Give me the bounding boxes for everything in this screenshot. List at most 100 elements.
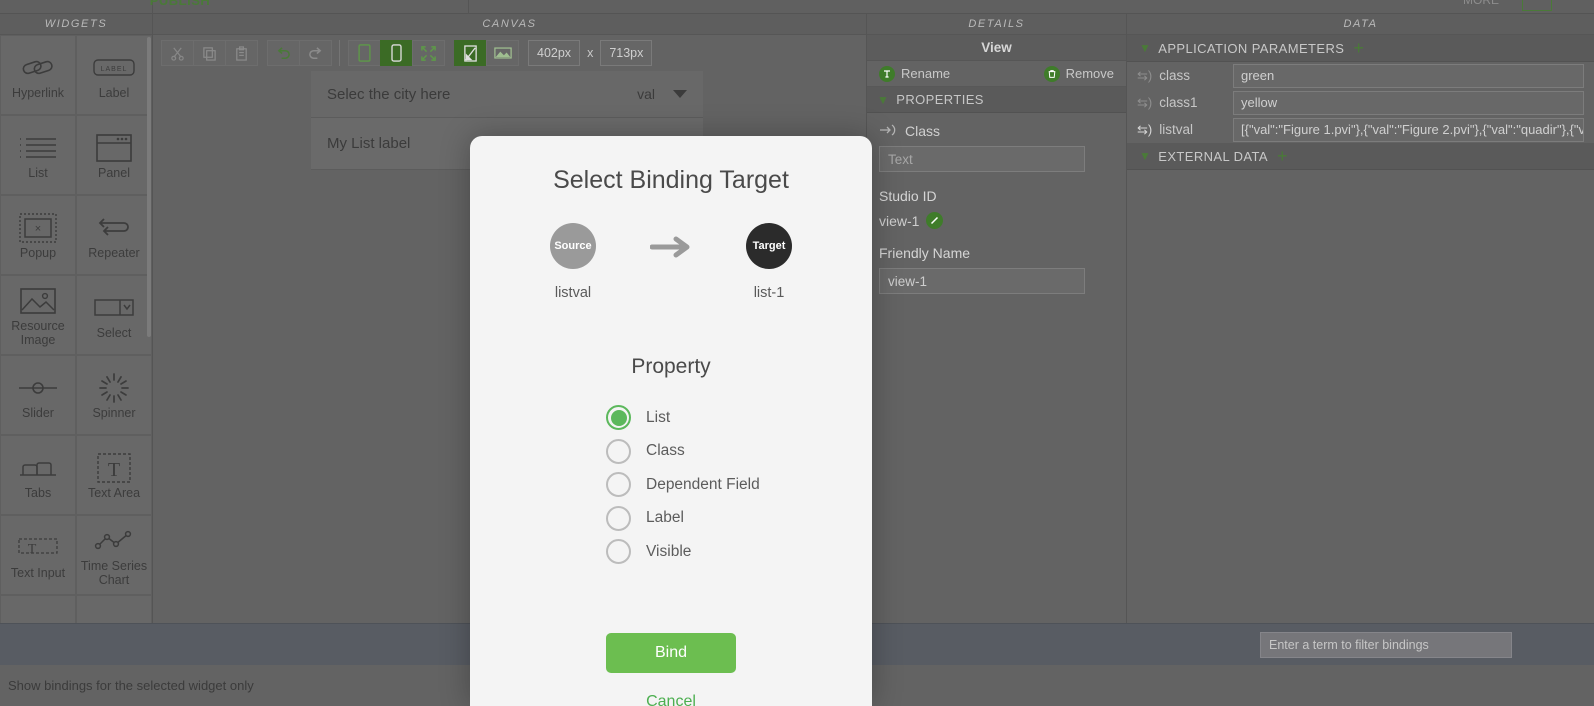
radio-option-visible[interactable]: Visible bbox=[606, 535, 872, 569]
undo-button[interactable] bbox=[267, 40, 300, 66]
canvas-width-input[interactable]: 402px bbox=[528, 40, 581, 66]
paste-button[interactable] bbox=[225, 40, 258, 66]
widget-text-area[interactable]: T Text Area bbox=[77, 436, 151, 514]
radio-label: Dependent Field bbox=[646, 475, 760, 493]
preview-select-widget[interactable]: Selec the city here val bbox=[311, 71, 703, 118]
widget-hyperlink[interactable]: Hyperlink bbox=[1, 36, 75, 114]
radio-indicator[interactable] bbox=[606, 438, 631, 464]
parameter-value-input[interactable]: [{"val":"Figure 1.pvi"},{"val":"Figure 2… bbox=[1233, 117, 1584, 142]
radio-label: Label bbox=[646, 509, 684, 527]
cut-button[interactable] bbox=[161, 40, 194, 66]
details-actions-row: Rename Remove bbox=[867, 61, 1126, 87]
widget-popup[interactable]: × Popup bbox=[1, 196, 75, 274]
publish-button[interactable]: PUBLISH bbox=[60, 0, 300, 8]
radio-indicator[interactable] bbox=[606, 505, 631, 531]
spinner-icon bbox=[98, 370, 130, 406]
widget-repeater[interactable]: Repeater bbox=[77, 196, 151, 274]
details-subtitle: View bbox=[867, 35, 1126, 61]
add-parameter-button[interactable]: + bbox=[1353, 39, 1364, 57]
parameter-value-input[interactable]: green bbox=[1233, 63, 1584, 88]
copy-button[interactable] bbox=[193, 40, 226, 66]
parameter-value-input[interactable]: yellow bbox=[1233, 90, 1584, 115]
top-right-box[interactable] bbox=[1522, 0, 1552, 11]
widget-tabs[interactable]: Tabs bbox=[1, 436, 75, 514]
binding-icon: ⇆) bbox=[1137, 121, 1153, 137]
application-parameters-label: APPLICATION PARAMETERS bbox=[1158, 40, 1345, 56]
widget-toggle[interactable] bbox=[1, 596, 75, 623]
source-badge: Source bbox=[550, 223, 596, 269]
column-header-data: DATA bbox=[1126, 14, 1594, 35]
canvas-height-input[interactable]: 713px bbox=[600, 40, 653, 66]
parameter-row: ⇆) listval [{"val":"Figure 1.pvi"},{"val… bbox=[1127, 116, 1594, 143]
redo-button[interactable] bbox=[299, 40, 332, 66]
tabs-icon bbox=[18, 450, 58, 486]
preview-select-label: Selec the city here bbox=[327, 85, 451, 103]
widgets-grid: Hyperlink LABEL Label List Panel × Popup… bbox=[0, 35, 152, 623]
landscape-orientation-button[interactable] bbox=[486, 40, 519, 66]
remove-button[interactable]: Remove bbox=[1043, 65, 1114, 82]
time-series-chart-icon bbox=[94, 523, 134, 559]
details-body: Class Text Studio ID view-1 Friendly Nam… bbox=[867, 113, 1126, 294]
chevron-down-icon: ▼ bbox=[1139, 41, 1152, 55]
rename-icon bbox=[879, 65, 895, 82]
radio-label: Visible bbox=[646, 542, 692, 560]
class-input[interactable]: Text bbox=[879, 146, 1085, 172]
radio-indicator[interactable] bbox=[606, 539, 631, 565]
radio-indicator[interactable] bbox=[606, 472, 631, 498]
tablet-view-button[interactable] bbox=[348, 40, 381, 66]
filter-bindings-input[interactable]: Enter a term to filter bindings bbox=[1260, 632, 1512, 658]
radio-option-dependent-field[interactable]: Dependent Field bbox=[606, 468, 872, 502]
widget-image[interactable] bbox=[77, 596, 151, 623]
widget-resource-image[interactable]: Resource Image bbox=[1, 276, 75, 354]
properties-section-header[interactable]: ▼ PROPERTIES bbox=[867, 87, 1126, 113]
radio-indicator[interactable] bbox=[606, 405, 631, 431]
add-external-data-button[interactable]: + bbox=[1277, 147, 1288, 165]
widget-label: Popup bbox=[19, 245, 57, 260]
widget-select[interactable]: Select bbox=[77, 276, 151, 354]
app-window: PUBLISH MORE WIDGETS CANVAS DETAILS DATA… bbox=[0, 0, 1594, 706]
friendly-name-input[interactable]: view-1 bbox=[879, 268, 1085, 294]
portrait-orientation-button[interactable] bbox=[454, 40, 487, 66]
external-data-header[interactable]: ▼ EXTERNAL DATA + bbox=[1127, 143, 1594, 170]
modal-title: Select Binding Target bbox=[553, 166, 789, 194]
column-header-canvas: CANVAS bbox=[152, 14, 866, 35]
bind-button[interactable]: Bind bbox=[606, 632, 736, 673]
edit-icon[interactable] bbox=[926, 212, 944, 229]
widget-label: Panel bbox=[98, 165, 130, 180]
widget-label-item[interactable]: LABEL Label bbox=[77, 36, 151, 114]
widget-panel[interactable]: Panel bbox=[77, 116, 151, 194]
widget-list[interactable]: List bbox=[1, 116, 75, 194]
canvas-toolbar: 402px x 713px bbox=[153, 35, 867, 71]
application-parameters-header[interactable]: ▼ APPLICATION PARAMETERS + bbox=[1127, 35, 1594, 62]
widget-label: List bbox=[28, 165, 48, 180]
parameter-name-cell: ⇆) listval bbox=[1137, 122, 1225, 138]
phone-view-button[interactable] bbox=[380, 40, 413, 66]
svg-text:T: T bbox=[108, 459, 120, 481]
widgets-scrollbar[interactable] bbox=[147, 37, 151, 337]
widget-label: Hyperlink bbox=[11, 85, 65, 100]
widget-label: Spinner bbox=[92, 405, 136, 420]
source-node[interactable]: Source listval bbox=[530, 223, 616, 301]
widget-time-series-chart[interactable]: Time Series Chart bbox=[77, 516, 151, 594]
text-input-icon: T bbox=[18, 530, 58, 566]
chevron-down-icon: ▼ bbox=[1139, 149, 1152, 163]
rename-label: Rename bbox=[901, 66, 951, 81]
radio-option-class[interactable]: Class bbox=[606, 435, 872, 469]
radio-option-list[interactable]: List bbox=[606, 401, 872, 435]
widget-slider[interactable]: Slider bbox=[1, 356, 75, 434]
rename-button[interactable]: Rename bbox=[879, 65, 951, 82]
target-node[interactable]: Target list-1 bbox=[726, 223, 812, 301]
radio-label: List bbox=[646, 408, 671, 426]
source-name: listval bbox=[554, 285, 592, 301]
cancel-link[interactable]: Cancel bbox=[470, 693, 872, 706]
widgets-sidebar[interactable]: Hyperlink LABEL Label List Panel × Popup… bbox=[0, 35, 152, 623]
radio-option-label[interactable]: Label bbox=[606, 502, 872, 536]
widget-spinner[interactable]: Spinner bbox=[77, 356, 151, 434]
widget-text-input[interactable]: T Text Input bbox=[1, 516, 75, 594]
fullscreen-view-button[interactable] bbox=[412, 40, 445, 66]
top-strip: PUBLISH MORE bbox=[0, 0, 1594, 14]
property-radio-group: List Class Dependent Field Label Visible bbox=[470, 401, 872, 569]
top-right-label[interactable]: MORE bbox=[1463, 0, 1499, 7]
dimension-separator: x bbox=[587, 46, 594, 60]
binding-icon: ⇆) bbox=[1137, 94, 1153, 110]
